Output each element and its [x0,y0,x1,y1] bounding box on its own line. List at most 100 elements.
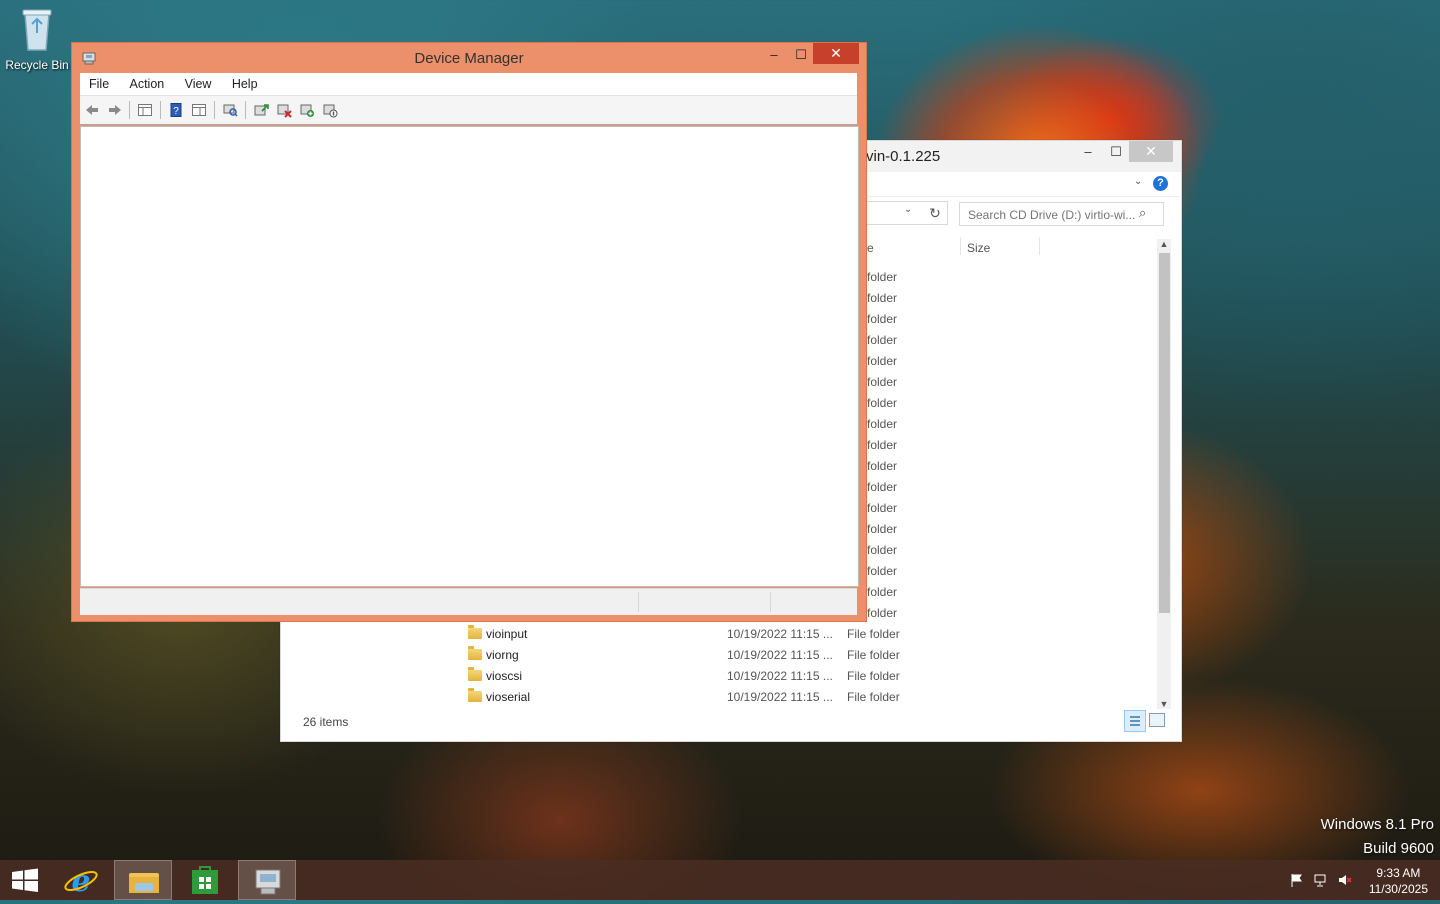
refresh-icon[interactable]: ↻ [924,202,946,224]
list-item[interactable]: vioserial 10/19/2022 11:15 ... File folder [281,687,1156,708]
folder-icon [129,873,159,893]
item-name: vioserial [486,690,531,704]
column-type-header[interactable]: e [867,241,874,255]
item-type: folder [867,438,898,452]
system-clock[interactable]: 9:33 AM 11/30/2025 [1369,865,1428,897]
list-item[interactable]: vioinput 10/19/2022 11:15 ... File folder [281,624,1156,645]
clock-time: 9:33 AM [1376,866,1421,880]
forward-arrow-icon[interactable] [107,102,123,118]
item-type: File folder [847,627,900,641]
scroll-up-arrow-icon[interactable]: ▲ [1157,239,1171,249]
device-manager-window[interactable]: Device Manager – ☐ ✕ File Action View He… [71,42,867,622]
details-view-icon [1130,716,1140,726]
help-book-icon[interactable]: ? [168,102,184,118]
internet-explorer-icon: e [64,864,98,899]
folder-icon [468,625,482,639]
status-bar [80,588,857,615]
explorer-maximize-button[interactable]: ☐ [1101,141,1131,163]
start-button[interactable] [0,860,58,900]
item-date: 10/19/2022 11:15 ... [727,690,833,704]
item-name: viorng [486,648,519,662]
address-history-chevron-icon[interactable]: ⌄ [904,204,912,215]
action-center-flag-icon[interactable] [1290,873,1304,887]
item-type: folder [867,333,898,347]
explorer-close-button[interactable]: ✕ [1129,141,1173,162]
item-name: vioinput [486,627,528,641]
search-input[interactable] [966,207,1145,223]
properties-icon[interactable] [191,102,207,118]
item-type: folder [867,396,898,410]
item-date: 10/19/2022 11:15 ... [727,627,833,641]
device-manager-title: Device Manager [414,50,524,67]
network-icon[interactable] [1314,873,1328,887]
item-type: folder [867,585,898,599]
scan-hardware-changes-icon[interactable] [222,102,238,118]
windows-edition-text: Windows 8.1 Pro [1320,816,1434,833]
ribbon-expand-chevron-icon[interactable]: ⌄ [1134,176,1142,187]
item-type: folder [867,564,898,578]
menu-file[interactable]: File [80,73,117,91]
device-manager-taskbar-button[interactable] [238,860,296,900]
details-view-button[interactable] [1124,710,1146,732]
dm-minimize-button[interactable]: – [760,45,788,65]
column-divider[interactable] [1039,237,1040,255]
toolbar: ? [80,95,857,125]
dm-close-button[interactable]: ✕ [813,43,859,64]
recycle-bin-icon [22,9,52,51]
back-arrow-icon[interactable] [84,102,100,118]
dm-maximize-button[interactable]: ☐ [787,45,815,65]
search-box[interactable] [959,202,1164,226]
list-item[interactable]: viorng 10/19/2022 11:15 ... File folder [281,645,1156,666]
scroll-down-arrow-icon[interactable]: ▼ [1157,699,1171,709]
item-date: 10/19/2022 11:15 ... [727,648,833,662]
scroll-thumb[interactable] [1159,253,1170,613]
status-pane-divider [770,592,771,612]
show-hide-console-tree-icon[interactable] [137,102,153,118]
menu-help[interactable]: Help [223,73,266,91]
item-name: vioscsi [486,669,523,683]
column-divider[interactable] [960,237,961,255]
search-icon[interactable]: ⌕ [1139,205,1146,221]
large-icons-view-button[interactable] [1149,713,1165,727]
device-tree-pane[interactable] [80,126,859,587]
enable-device-icon[interactable] [299,102,315,118]
folder-icon [468,688,482,702]
column-size-header[interactable]: Size [967,241,990,255]
volume-muted-icon[interactable] [1338,873,1352,887]
store-button[interactable] [176,860,234,900]
item-type: File folder [847,690,900,704]
disable-device-icon[interactable] [322,102,338,118]
item-type: folder [867,354,898,368]
update-driver-icon[interactable] [253,102,269,118]
item-type: folder [867,270,898,284]
file-explorer-taskbar-button[interactable] [114,860,172,900]
status-pane-divider [638,592,639,612]
clock-date: 11/30/2025 [1368,882,1428,896]
item-type: folder [867,522,898,536]
item-type: folder [867,375,898,389]
menu-action[interactable]: Action [121,73,173,91]
item-count: 26 items [303,715,349,729]
vertical-scrollbar[interactable]: ▲ ▼ [1157,239,1171,709]
taskbar: e 9:33 AM 11/30/2025 [0,860,1440,900]
item-type: folder [867,501,898,515]
windows-logo-icon [12,868,38,892]
recycle-bin-label: Recycle Bin [5,58,69,72]
device-manager-titlebar[interactable]: Device Manager – ☐ ✕ [72,43,866,73]
recycle-bin[interactable]: Recycle Bin [4,6,70,72]
list-item[interactable]: vioscsi 10/19/2022 11:15 ... File folder [281,666,1156,687]
explorer-title: vin-0.1.225 [866,148,941,165]
item-type: folder [867,417,898,431]
item-type: File folder [847,648,900,662]
item-date: 10/19/2022 11:15 ... [727,669,833,683]
internet-explorer-button[interactable]: e [52,860,110,900]
uninstall-device-icon[interactable] [276,102,292,118]
help-icon[interactable]: ? [1153,176,1168,191]
item-type: folder [867,291,898,305]
svg-text:e: e [71,864,90,899]
explorer-minimize-button[interactable]: – [1073,141,1103,163]
item-type: folder [867,606,898,620]
menu-view[interactable]: View [176,73,220,91]
store-icon [192,866,218,894]
item-type: folder [867,480,898,494]
